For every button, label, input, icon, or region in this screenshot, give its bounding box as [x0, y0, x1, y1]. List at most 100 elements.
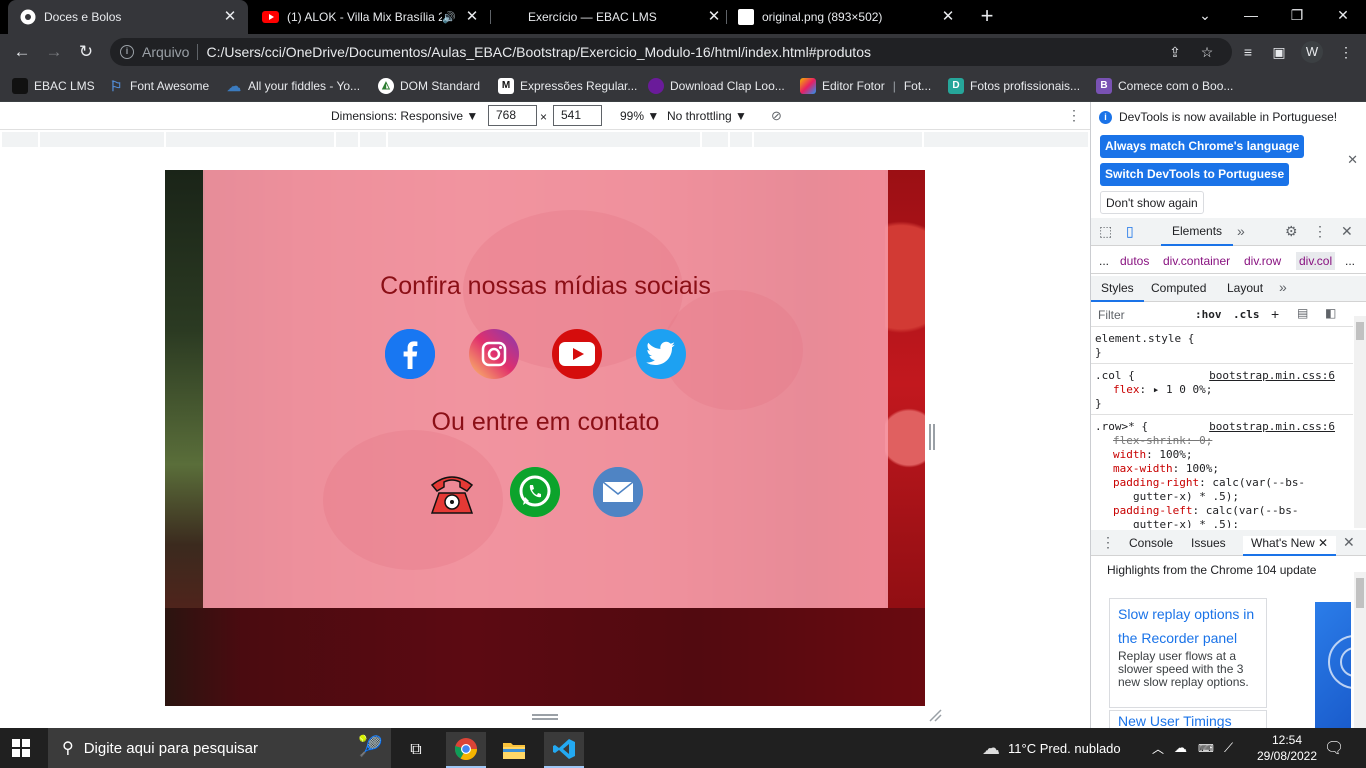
onedrive-icon[interactable]: ☁ [1174, 728, 1187, 768]
height-input[interactable]: 541 [553, 105, 602, 126]
whats-new-card[interactable]: Slow replay options in the Recorder pane… [1109, 598, 1267, 708]
restore-icon[interactable]: ❐ [1274, 0, 1320, 34]
window-close-icon[interactable]: ✕ [1320, 0, 1366, 34]
side-panel-icon[interactable]: ▣ [1269, 42, 1289, 62]
bookmark-fotos-profissionais[interactable]: D Fotos profissionais... [948, 76, 1080, 96]
card-title[interactable]: New User Timings [1118, 713, 1258, 728]
info-icon[interactable]: i [120, 45, 134, 59]
switch-to-portuguese-button[interactable]: Switch DevTools to Portuguese [1100, 163, 1290, 186]
weather-widget[interactable]: ☁ 11°C Pred. nublado [982, 728, 1121, 768]
dont-show-again-button[interactable]: Don't show again [1100, 191, 1204, 214]
tab-console[interactable]: Console [1129, 536, 1173, 550]
tab-search-icon[interactable]: ⌄ [1182, 0, 1228, 34]
bookmark-clap-loop[interactable]: Download Clap Loo... [648, 76, 785, 96]
windows-start-icon[interactable] [12, 739, 30, 757]
css-declaration[interactable]: padding-right: calc(var(--bs- [1113, 476, 1305, 489]
new-tab-icon[interactable]: + [976, 5, 998, 28]
throttling-dropdown[interactable]: No throttling ▼ [667, 109, 747, 123]
chrome-taskbar-icon[interactable] [446, 732, 486, 768]
card-title[interactable]: Slow replay options in the Recorder pane… [1118, 602, 1258, 650]
taskbar-search-box[interactable]: ⚲ Digite aqui para pesquisar 🎾 [48, 728, 391, 768]
close-icon[interactable]: ✕ [464, 9, 480, 25]
media-control-icon[interactable]: ≡ [1238, 42, 1258, 62]
notifications-icon[interactable]: 🗨 [1324, 728, 1344, 768]
new-style-rule-icon[interactable]: + [1271, 306, 1279, 322]
bookmark-star-icon[interactable]: ☆ [1198, 43, 1216, 61]
col-rule-selector[interactable]: .col { [1095, 369, 1135, 382]
bookmark-font-awesome[interactable]: ⚐ Font Awesome [108, 76, 209, 96]
css-declaration[interactable]: flex: ▸ 1 0 0%; [1113, 383, 1212, 396]
tab-styles[interactable]: Styles [1091, 281, 1144, 302]
computed-styles-toggle-icon[interactable]: ▤ [1297, 306, 1308, 320]
file-explorer-icon[interactable] [494, 732, 534, 768]
url-text[interactable]: C:/Users/cci/OneDrive/Documentos/Aulas_E… [206, 44, 871, 60]
breadcrumb-item[interactable]: ... [1099, 254, 1109, 268]
bookmark-jsfiddle[interactable]: ☁ All your fiddles - Yo... [226, 76, 360, 96]
bookmark-fotor[interactable]: Editor Fotor | Fot... [800, 76, 931, 96]
breadcrumb-item[interactable]: ... [1345, 254, 1355, 268]
back-icon[interactable]: ← [10, 40, 34, 64]
taskbar-clock[interactable]: 12:54 29/08/2022 [1252, 732, 1322, 764]
vscode-icon[interactable] [544, 732, 584, 768]
row-rule-selector[interactable]: .row>* { [1095, 420, 1148, 433]
tab-exercicio[interactable]: Exercício — EBAC LMS ✕ [492, 0, 732, 34]
styles-filter-input[interactable]: Filter [1098, 308, 1125, 322]
tab-whats-new[interactable]: What's New ✕ [1243, 536, 1337, 556]
share-icon[interactable]: ⇪ [1166, 43, 1184, 61]
css-declaration[interactable]: padding-left: calc(var(--bs- [1113, 504, 1298, 517]
close-icon[interactable]: ✕ [940, 9, 956, 25]
keyboard-icon[interactable]: ⌨ [1198, 728, 1214, 768]
breadcrumb-item[interactable]: dutos [1120, 254, 1149, 268]
bookmark-dom-standard[interactable]: ◭ DOM Standard [378, 76, 480, 96]
menu-kebab-icon[interactable]: ⋮ [1336, 42, 1356, 62]
drawer-scrollbar[interactable] [1354, 572, 1366, 728]
device-menu-icon[interactable]: ⋮ [1067, 107, 1081, 124]
css-declaration-overridden[interactable]: flex-shrink: 0; [1113, 434, 1212, 447]
speaker-icon[interactable]: 🔊 [442, 11, 456, 24]
reload-icon[interactable]: ↻ [74, 40, 98, 64]
close-drawer-icon[interactable]: ✕ [1343, 534, 1355, 551]
bookmark-regex[interactable]: M Expressões Regular... [498, 76, 637, 96]
task-view-icon[interactable]: ⧉ [396, 732, 436, 768]
address-bar[interactable]: i Arquivo C:/Users/cci/OneDrive/Document… [110, 38, 1232, 66]
tab-elements[interactable]: Elements [1161, 224, 1234, 246]
forward-icon[interactable]: → [42, 40, 66, 64]
tab-issues[interactable]: Issues [1191, 536, 1226, 550]
breadcrumb-item[interactable]: div.container [1163, 254, 1230, 268]
network-icon[interactable]: ⟋ [1224, 728, 1233, 768]
dimensions-dropdown[interactable]: Dimensions: Responsive ▼ [331, 109, 478, 123]
device-resize-corner-icon[interactable] [928, 708, 942, 722]
device-resize-handle-bottom[interactable] [532, 714, 558, 720]
drawer-menu-icon[interactable]: ⋮ [1101, 534, 1115, 551]
tab-doces-e-bolos[interactable]: Doces e Bolos ✕ [8, 0, 248, 34]
facebook-icon[interactable] [385, 329, 435, 379]
close-icon[interactable]: ✕ [222, 9, 238, 25]
close-icon[interactable]: ✕ [706, 9, 722, 25]
tab-alok[interactable]: (1) ALOK - Villa Mix Brasília 2 🔊 ✕ [250, 0, 490, 34]
row-rule-source-link[interactable]: bootstrap.min.css:6 [1209, 420, 1335, 433]
close-icon[interactable]: ✕ [1318, 536, 1328, 550]
css-declaration[interactable]: width: 100%; [1113, 448, 1193, 461]
chevron-up-icon[interactable]: ︿ [1152, 728, 1164, 768]
sidebar-toggle-icon[interactable]: ◧ [1325, 306, 1336, 320]
tab-layout[interactable]: Layout [1227, 281, 1263, 295]
inspect-element-icon[interactable]: ⬚ [1099, 223, 1112, 240]
tab-computed[interactable]: Computed [1151, 281, 1206, 295]
element-style-rule[interactable]: element.style { [1095, 332, 1194, 345]
css-declaration[interactable]: max-width: 100%; [1113, 462, 1219, 475]
close-devtools-icon[interactable]: ✕ [1341, 223, 1353, 240]
tab-original-png[interactable]: original.png (893×502) ✕ [726, 0, 966, 34]
telephone-icon[interactable] [427, 467, 477, 517]
hov-toggle[interactable]: :hov [1195, 308, 1222, 321]
close-icon[interactable]: ✕ [1347, 152, 1358, 168]
minimize-icon[interactable]: — [1228, 0, 1274, 34]
col-rule-source-link[interactable]: bootstrap.min.css:6 [1209, 369, 1335, 382]
settings-gear-icon[interactable]: ⚙ [1285, 223, 1298, 240]
whats-new-card-2[interactable]: New User Timings [1109, 710, 1267, 728]
more-tabs-icon[interactable]: » [1237, 223, 1245, 239]
twitter-icon[interactable] [636, 329, 686, 379]
devtools-menu-icon[interactable]: ⋮ [1313, 223, 1327, 240]
breadcrumb-item-selected[interactable]: div.col [1296, 252, 1336, 270]
bookmark-ebac-lms[interactable]: EBAC LMS [12, 76, 95, 96]
width-input[interactable]: 768 [488, 105, 537, 126]
